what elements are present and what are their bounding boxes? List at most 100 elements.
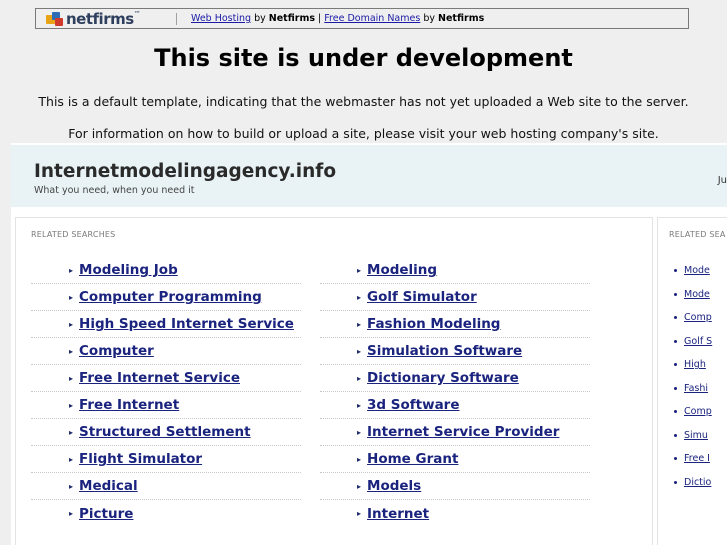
side-search-item: Mode <box>674 259 712 283</box>
side-search-item: High <box>674 353 712 377</box>
site-tagline: What you need, when you need it <box>34 185 195 196</box>
side-search-item: Fashi <box>674 377 712 401</box>
site-header: Internetmodelingagency.info What you nee… <box>11 145 727 207</box>
side-search-link[interactable]: High <box>684 359 706 370</box>
related-search-item: ▸ Home Grant <box>320 446 590 473</box>
bullet-icon <box>674 316 677 320</box>
side-search-link[interactable]: Dictio <box>684 477 711 488</box>
related-searches-heading: RELATED SEARCHES <box>31 230 116 239</box>
by-text-1: by <box>254 13 266 24</box>
side-search-link[interactable]: Simu <box>684 430 708 441</box>
arrow-icon: ▸ <box>357 481 362 491</box>
related-search-link[interactable]: Structured Settlement <box>79 424 251 440</box>
related-search-item: ▸ Fashion Modeling <box>320 311 590 338</box>
side-search-item: Golf S <box>674 330 712 354</box>
bullet-icon <box>674 386 677 390</box>
side-search-item: Comp <box>674 400 712 424</box>
related-search-link[interactable]: Fashion Modeling <box>367 316 500 332</box>
related-search-item: ▸ Internet <box>320 500 590 527</box>
related-search-link[interactable]: Home Grant <box>367 451 458 467</box>
related-search-item: ▸ Free Internet Service <box>31 365 301 392</box>
related-search-link[interactable]: Modeling <box>367 262 437 278</box>
side-search-link[interactable]: Free I <box>684 453 710 464</box>
bullet-icon <box>674 339 677 343</box>
related-search-link[interactable]: 3d Software <box>367 397 459 413</box>
side-search-item: Mode <box>674 283 712 307</box>
arrow-icon: ▸ <box>69 265 74 275</box>
bullet-icon <box>674 410 677 414</box>
related-search-link[interactable]: Internet Service Provider <box>367 424 559 440</box>
arrow-icon: ▸ <box>357 292 362 302</box>
related-search-link[interactable]: Computer <box>79 343 154 359</box>
netfirms-logo-text: netfirms™ <box>66 9 141 28</box>
parked-domain-frame: Internetmodelingagency.info What you nee… <box>11 143 727 545</box>
bullet-icon <box>674 480 677 484</box>
link-separator: | <box>318 13 322 24</box>
site-title[interactable]: Internetmodelingagency.info <box>34 161 336 182</box>
side-search-link[interactable]: Fashi <box>684 383 708 394</box>
related-search-item: ▸ Dictionary Software <box>320 365 590 392</box>
related-search-link[interactable]: Picture <box>79 506 133 522</box>
related-search-link[interactable]: Free Internet Service <box>79 370 240 386</box>
related-search-item: ▸ 3d Software <box>320 392 590 419</box>
side-search-link[interactable]: Comp <box>684 312 712 323</box>
web-hosting-link[interactable]: Web Hosting <box>191 13 251 24</box>
related-search-item: ▸ Computer <box>31 338 301 365</box>
info-text-hosting-company: For information on how to build or uploa… <box>68 126 659 141</box>
related-search-item: ▸ Modeling Job <box>31 257 301 284</box>
arrow-icon: ▸ <box>357 400 362 410</box>
related-searches-left-column: ▸ Modeling Job ▸ Computer Programming ▸ High … <box>31 257 301 527</box>
related-search-item: ▸ High Speed Internet Service <box>31 311 301 338</box>
related-search-link[interactable]: Medical <box>79 478 138 494</box>
arrow-icon: ▸ <box>69 454 74 464</box>
side-search-item: Dictio <box>674 471 712 495</box>
side-related-searches-heading: RELATED SEA <box>669 230 726 239</box>
related-search-link[interactable]: Simulation Software <box>367 343 522 359</box>
free-domain-names-link[interactable]: Free Domain Names <box>324 13 420 24</box>
side-search-link[interactable]: Mode <box>684 289 710 300</box>
brand-text-1: Netfirms <box>268 13 315 24</box>
related-search-link[interactable]: Flight Simulator <box>79 451 202 467</box>
arrow-icon: ▸ <box>357 265 362 275</box>
bullet-icon <box>674 363 677 367</box>
related-search-link[interactable]: Models <box>367 478 421 494</box>
related-search-link[interactable]: Internet <box>367 506 429 522</box>
netfirms-logo[interactable]: netfirms™ <box>36 9 166 28</box>
side-search-link[interactable]: Golf S <box>684 336 712 347</box>
related-search-item: ▸ Internet Service Provider <box>320 419 590 446</box>
netfirms-logo-icon <box>46 11 64 26</box>
related-search-item: ▸ Medical <box>31 473 301 500</box>
arrow-icon: ▸ <box>357 346 362 356</box>
arrow-icon: ▸ <box>69 319 74 329</box>
arrow-icon: ▸ <box>357 319 362 329</box>
related-searches-panel: RELATED SEARCHES ▸ Modeling Job ▸ Computer … <box>15 217 653 545</box>
arrow-icon: ▸ <box>69 292 74 302</box>
page-headline: This site is under development <box>154 44 573 72</box>
arrow-icon: ▸ <box>69 481 74 491</box>
related-search-link[interactable]: Free Internet <box>79 397 179 413</box>
bullet-icon <box>674 269 677 273</box>
by-text-2: by <box>423 13 435 24</box>
side-search-link[interactable]: Comp <box>684 406 712 417</box>
side-search-link[interactable]: Mode <box>684 265 710 276</box>
arrow-icon: ▸ <box>357 509 362 518</box>
related-search-item: ▸ Picture <box>31 500 301 527</box>
arrow-icon: ▸ <box>69 427 74 437</box>
arrow-icon: ▸ <box>357 373 362 383</box>
related-search-item: ▸ Structured Settlement <box>31 419 301 446</box>
topbar-links: Web Hosting by Netfirms | Free Domain Na… <box>191 13 484 24</box>
bullet-icon <box>674 457 677 461</box>
bullet-icon <box>674 433 677 437</box>
related-searches-right-column: ▸ Modeling ▸ Golf Simulator ▸ Fashion Modelin… <box>320 257 590 527</box>
related-search-link[interactable]: Modeling Job <box>79 262 178 278</box>
related-searches-side-panel: RELATED SEA Mode Mode Comp Golf S High Fashi C… <box>657 217 727 545</box>
related-search-link[interactable]: High Speed Internet Service <box>79 316 294 332</box>
related-search-link[interactable]: Computer Programming <box>79 289 262 305</box>
side-related-searches-list: Mode Mode Comp Golf S High Fashi Comp Simu Free … <box>674 259 712 494</box>
side-search-item: Simu <box>674 424 712 448</box>
netfirms-topbar: netfirms™ Web Hosting by Netfirms | Free… <box>35 8 689 29</box>
related-search-link[interactable]: Golf Simulator <box>367 289 477 305</box>
bullet-icon <box>674 292 677 296</box>
header-right-text: Ju <box>717 175 727 186</box>
related-search-link[interactable]: Dictionary Software <box>367 370 519 386</box>
